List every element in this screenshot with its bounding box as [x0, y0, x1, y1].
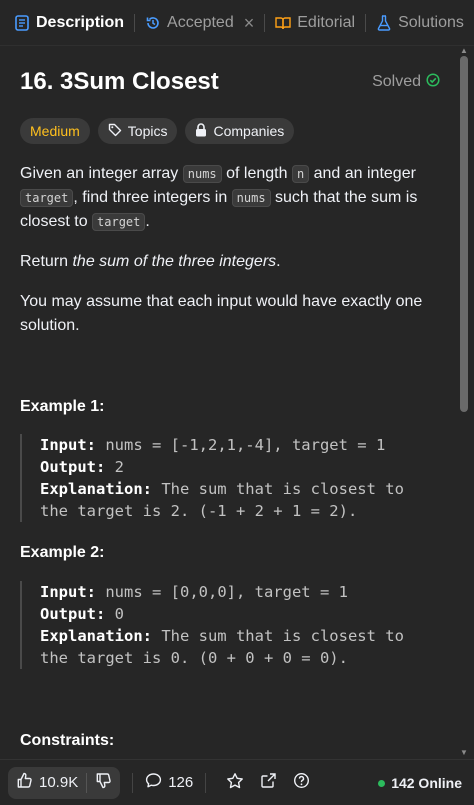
like-button[interactable]: 10.9K — [8, 767, 86, 799]
title-row: 16. 3Sum Closest Solved — [20, 68, 440, 96]
scrollbar-thumb[interactable] — [460, 56, 468, 412]
problem-title[interactable]: 16. 3Sum Closest — [20, 68, 219, 96]
inline-code: nums — [231, 189, 271, 207]
example-input-line: Input: nums = [0,0,0], target = 1 — [40, 581, 420, 603]
text: of length — [221, 165, 292, 182]
solved-status: Solved — [372, 72, 440, 92]
difficulty-badge: Medium — [20, 118, 90, 144]
example-output-line: Output: 0 — [40, 603, 420, 625]
text: Given an integer array — [20, 165, 183, 182]
companies-label: Companies — [213, 123, 285, 139]
description-paragraph-3: You may assume that each input would hav… — [20, 293, 423, 334]
vote-group: 10.9K — [8, 766, 121, 799]
explanation-label: Explanation: — [40, 627, 152, 645]
inline-code: target — [92, 213, 146, 231]
description-panel: 16. 3Sum Closest Solved Medium Topics Co… — [0, 46, 474, 759]
output-value: 2 — [105, 458, 124, 476]
comment-count: 126 — [168, 774, 194, 791]
online-count: 142 Online — [391, 775, 462, 791]
tab-divider — [264, 13, 266, 32]
bar-divider — [132, 772, 134, 793]
example-explanation-line: Explanation: The sum that is closest to … — [40, 478, 420, 522]
tab-editorial[interactable]: Editorial — [269, 0, 361, 46]
history-icon — [145, 15, 161, 31]
solved-label: Solved — [372, 73, 421, 90]
question-circle-icon — [293, 772, 310, 793]
output-label: Output: — [40, 458, 106, 476]
check-circle-icon — [426, 72, 440, 92]
explanation-label: Explanation: — [40, 480, 152, 498]
input-label: Input: — [40, 436, 96, 454]
tag-row: Medium Topics Companies — [20, 118, 295, 144]
text: and an integer — [309, 165, 416, 182]
scroll-down-arrow-icon[interactable]: ▼ — [459, 748, 469, 758]
star-icon — [226, 772, 244, 794]
constraints-title: Constraints: — [20, 732, 115, 749]
comments-button[interactable]: 126 — [145, 767, 193, 799]
flask-icon — [376, 14, 392, 31]
example-input-line: Input: nums = [-1,2,1,-4], target = 1 — [40, 434, 420, 456]
text: . — [145, 213, 150, 230]
output-value: 0 — [105, 605, 124, 623]
tab-description-label: Description — [36, 13, 125, 31]
help-button[interactable] — [285, 767, 318, 799]
tab-accepted-label: Accepted — [167, 13, 234, 31]
thumbs-down-icon — [95, 772, 112, 793]
scroll-up-arrow-icon[interactable]: ▲ — [459, 46, 469, 56]
example-2-block: Input: nums = [0,0,0], target = 1 Output… — [20, 581, 420, 669]
comment-icon — [145, 772, 162, 793]
thumbs-up-icon — [16, 772, 33, 793]
bottom-action-bar: 10.9K 126 142 Online — [0, 759, 474, 805]
online-indicator: 142 Online — [378, 760, 462, 805]
topics-label: Topics — [127, 123, 168, 139]
favorite-button[interactable] — [218, 767, 252, 799]
inline-code: n — [291, 165, 310, 183]
output-label: Output: — [40, 605, 106, 623]
input-value: nums = [-1,2,1,-4], target = 1 — [96, 436, 386, 454]
inline-code: target — [20, 189, 74, 207]
input-label: Input: — [40, 583, 96, 601]
inline-code: nums — [182, 165, 222, 183]
example-explanation-line: Explanation: The sum that is closest to … — [40, 625, 420, 669]
book-icon — [275, 15, 291, 31]
tab-solutions[interactable]: Solutions — [370, 0, 470, 46]
tab-solutions-label: Solutions — [398, 13, 464, 31]
tab-description[interactable]: Description — [8, 0, 130, 46]
tab-editorial-label: Editorial — [297, 13, 356, 31]
like-count: 10.9K — [39, 774, 79, 791]
text: Return — [20, 253, 73, 270]
lock-icon — [195, 122, 207, 140]
example-output-line: Output: 2 — [40, 456, 420, 478]
share-button[interactable] — [252, 767, 285, 799]
topics-button[interactable]: Topics — [97, 118, 178, 144]
companies-button[interactable]: Companies — [185, 118, 295, 144]
emphasis-text: the sum of the three integers — [72, 253, 277, 270]
external-link-icon — [260, 772, 277, 793]
description-paragraph-2: Return the sum of the three integers. — [20, 250, 440, 274]
tab-divider — [365, 13, 367, 32]
example-2-title: Example 2: — [20, 544, 105, 561]
tab-bar: Description Accepted × Editorial Solutio… — [0, 0, 474, 46]
text: , find three integers in — [73, 189, 232, 206]
close-icon[interactable]: × — [244, 14, 255, 32]
tab-divider — [134, 13, 136, 32]
online-dot-icon — [378, 779, 386, 787]
text: . — [276, 253, 281, 270]
tag-icon — [108, 123, 122, 140]
example-1-block: Input: nums = [-1,2,1,-4], target = 1 Ou… — [20, 434, 420, 522]
document-icon — [14, 14, 30, 31]
tab-accepted[interactable]: Accepted × — [139, 0, 260, 46]
example-1-title: Example 1: — [20, 398, 105, 415]
bar-divider — [205, 772, 207, 793]
dislike-button[interactable] — [87, 767, 120, 799]
description-paragraph-1: Given an integer array nums of length n … — [20, 162, 440, 234]
input-value: nums = [0,0,0], target = 1 — [96, 583, 348, 601]
